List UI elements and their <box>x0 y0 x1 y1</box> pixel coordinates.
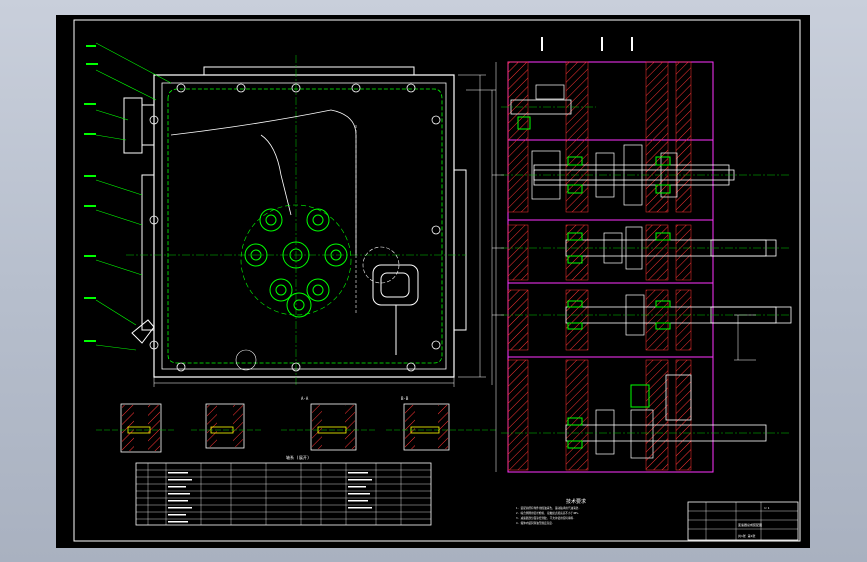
cad-drawing-canvas: A-A B-B 轴系 (展开) 技术要求 1. 装配前所有零件用煤油清洗, 滚动… <box>73 19 801 542</box>
drawing-sheet: A-A B-B 轴系 (展开) 技术要求 1. 装配前所有零件用煤油清洗, 滚动… <box>56 15 810 548</box>
title-block-sheet: 共1张 第1张 <box>738 533 755 538</box>
section-label-a: A-A <box>301 396 309 401</box>
note-line-4: 4. 箱体内装润滑油至规定高度. <box>516 521 553 525</box>
section-views: A-A B-B <box>96 396 496 453</box>
notes-title: 技术要求 <box>566 498 586 505</box>
parts-table: 轴系 (展开) <box>135 454 432 526</box>
note-line-3: 3. 减速器剖分面涂密封胶, 不允许使用任何填料. <box>516 516 575 520</box>
title-block-name: 变速器总成装配图 <box>738 522 762 527</box>
note-line-2: 2. 啮合侧隙用铅丝检验, 接触斑点按齿高不小于40%. <box>516 511 579 515</box>
housing-view <box>84 42 496 387</box>
table-caption: 轴系 (展开) <box>286 454 309 460</box>
title-block-scale: 1:1 <box>764 506 770 510</box>
section-label-b: B-B <box>401 396 409 401</box>
shaft-assembly-view <box>492 37 792 473</box>
note-line-1: 1. 装配前所有零件用煤油清洗, 滚动轴承用汽油清洗. <box>516 506 580 510</box>
title-block: 1:1 变速器总成装配图 共1张 第1张 <box>687 501 799 541</box>
technical-notes: 技术要求 1. 装配前所有零件用煤油清洗, 滚动轴承用汽油清洗. 2. 啮合侧隙… <box>516 498 586 525</box>
